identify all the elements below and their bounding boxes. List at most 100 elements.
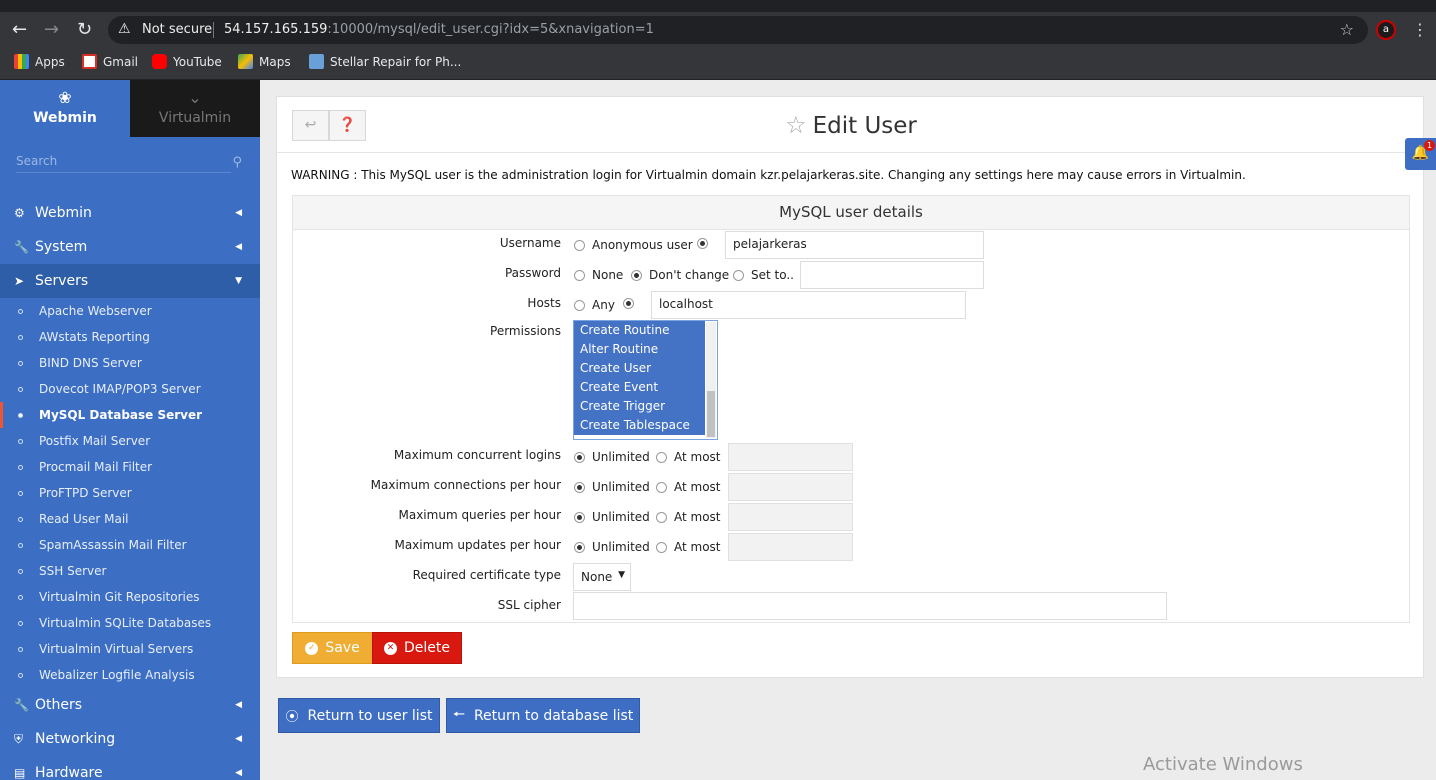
delete-button[interactable]: ✕ Delete <box>372 632 462 664</box>
radio-label: Unlimited <box>592 450 650 464</box>
favorite-star-icon[interactable]: ☆ <box>785 111 807 139</box>
caret-left-icon: ◀ <box>235 768 242 778</box>
bullet-icon <box>18 646 23 652</box>
sidebar-section-webmin[interactable]: ⚙ Webmin ◀ <box>0 196 260 230</box>
sidebar-item[interactable]: Webalizer Logfile Analysis <box>0 662 260 688</box>
username-anonymous-radio[interactable]: Anonymous user <box>574 238 693 252</box>
address-bar[interactable]: ⚠ Not secure 54.157.165.159:10000/mysql/… <box>108 16 1368 44</box>
password-input[interactable] <box>800 261 984 289</box>
sidebar-section-system[interactable]: 🔧 System ◀ <box>0 230 260 264</box>
limit-at-most-radio[interactable]: At most <box>656 480 721 494</box>
sidebar-item[interactable]: BIND DNS Server <box>0 350 260 376</box>
hosts-any-radio[interactable]: Any <box>574 298 615 312</box>
url-host: 54.157.165.159 <box>224 22 328 37</box>
limit-at-most-radio[interactable]: At most <box>656 510 721 524</box>
radio-label: Don't change <box>649 268 730 282</box>
permissions-scroll-thumb[interactable] <box>707 391 715 437</box>
notifications-button[interactable]: 🔔 1 <box>1405 138 1436 170</box>
save-button[interactable]: ✓ Save <box>292 632 373 664</box>
arrow-left-icon: 🠔 <box>452 706 465 723</box>
sidebar-section-hardware[interactable]: ▤ Hardware ◀ <box>0 756 260 780</box>
sidebar-item[interactable]: Virtualmin SQLite Databases <box>0 610 260 636</box>
permission-option[interactable]: Alter Routine <box>574 340 705 359</box>
limit-at-most-input[interactable] <box>728 503 853 531</box>
limit-unlimited-radio[interactable]: Unlimited <box>574 540 650 554</box>
limit-at-most-radio[interactable]: At most <box>656 450 721 464</box>
radio-label: At most <box>674 540 721 554</box>
reload-icon[interactable]: ↻ <box>77 20 92 40</box>
sidebar-item[interactable]: Dovecot IMAP/POP3 Server <box>0 376 260 402</box>
bookmark-stellar[interactable]: Stellar Repair for Ph... <box>309 54 461 69</box>
return-user-list-button[interactable]: ⦿ Return to user list <box>278 698 440 733</box>
radio-circle <box>574 239 585 251</box>
edit-user-panel: ☆ Edit User ↩ ❓ WARNING : This MySQL user… <box>276 96 1424 678</box>
profile-avatar[interactable]: a <box>1376 20 1396 40</box>
back-button[interactable]: ↩ <box>292 110 329 141</box>
back-icon[interactable]: ← <box>12 20 27 40</box>
radio-label: Unlimited <box>592 480 650 494</box>
sidebar-item[interactable]: AWstats Reporting <box>0 324 260 350</box>
bullet-icon <box>18 464 23 470</box>
sidebar-item[interactable]: Apache Webserver <box>0 298 260 324</box>
sidebar-item[interactable]: SpamAssassin Mail Filter <box>0 532 260 558</box>
ssl-cipher-input[interactable] <box>573 592 1167 620</box>
bookmark-apps[interactable]: Apps <box>14 54 65 69</box>
limit-at-most-radio[interactable]: At most <box>656 540 721 554</box>
sidebar-item[interactable]: ProFTPD Server <box>0 480 260 506</box>
help-button[interactable]: ❓ <box>329 110 366 141</box>
bookmark-youtube[interactable]: YouTube <box>152 54 222 69</box>
sidebar-section-others[interactable]: 🔧 Others ◀ <box>0 688 260 722</box>
permission-option[interactable]: Create Event <box>574 378 705 397</box>
sidebar-item[interactable]: SSH Server <box>0 558 260 584</box>
ssl-cipher-label: SSL cipher <box>497 598 561 612</box>
hosts-input[interactable]: localhost <box>651 291 966 319</box>
limit-unlimited-radio[interactable]: Unlimited <box>574 510 650 524</box>
limit-at-most-input[interactable] <box>728 533 853 561</box>
hosts-custom-radio[interactable] <box>623 298 641 309</box>
sidebar-item[interactable]: Postfix Mail Server <box>0 428 260 454</box>
limit-unlimited-radio[interactable]: Unlimited <box>574 450 650 464</box>
password-none-radio[interactable]: None <box>574 268 623 282</box>
limit-at-most-input[interactable] <box>728 473 853 501</box>
username-input[interactable]: pelajarkeras <box>725 231 984 259</box>
permission-option[interactable]: Create Tablespace <box>574 416 705 435</box>
button-label: Delete <box>404 640 450 656</box>
sidebar-item[interactable]: Virtualmin Virtual Servers <box>0 636 260 662</box>
bookmark-star-icon[interactable]: ☆ <box>1340 20 1354 39</box>
sidebar-item[interactable]: Virtualmin Git Repositories <box>0 584 260 610</box>
forward-icon[interactable]: → <box>44 20 59 40</box>
url-text[interactable]: 54.157.165.159:10000/mysql/edit_user.cgi… <box>224 22 654 37</box>
wrench-icon: 🔧 <box>14 698 29 712</box>
sidebar-item[interactable]: Procmail Mail Filter <box>0 454 260 480</box>
limit-at-most-input[interactable] <box>728 443 853 471</box>
tab-virtualmin[interactable]: ⌄ Virtualmin <box>130 80 260 137</box>
permissions-multiselect[interactable]: Create Routine Alter Routine Create User… <box>573 320 718 440</box>
bookmark-gmail[interactable]: Gmail <box>82 54 138 69</box>
sidebar-section-networking[interactable]: ⛨ Networking ◀ <box>0 722 260 756</box>
search-input[interactable] <box>16 150 231 173</box>
bullet-icon <box>18 672 23 678</box>
virtualmin-warning: WARNING : This MySQL user is the adminis… <box>291 168 1246 182</box>
search-icon[interactable]: ⚲ <box>232 155 242 170</box>
limit-unlimited-radio[interactable]: Unlimited <box>574 480 650 494</box>
sidebar-item[interactable]: MySQL Database Server <box>0 402 260 428</box>
sidebar-item[interactable]: Read User Mail <box>0 506 260 532</box>
radio-label: At most <box>674 480 721 494</box>
sidebar-section-servers[interactable]: ➤ Servers ▼ <box>0 264 260 298</box>
gear-icon: ⚙ <box>14 206 25 220</box>
return-database-list-button[interactable]: 🠔 Return to database list <box>446 698 640 733</box>
notification-count-badge: 1 <box>1424 140 1435 151</box>
username-label: Username <box>499 236 561 250</box>
password-dont-change-radio[interactable]: Don't change <box>631 268 729 282</box>
bookmark-maps[interactable]: Maps <box>238 54 291 69</box>
password-set-to-radio[interactable]: Set to.. <box>733 268 794 282</box>
browser-menu-icon[interactable]: ⋮ <box>1412 20 1428 39</box>
username-custom-radio[interactable] <box>697 238 715 249</box>
bookmark-label: YouTube <box>173 54 222 69</box>
cert-type-select[interactable]: None ▼ <box>573 563 631 591</box>
permission-option[interactable]: Create Routine <box>574 321 705 340</box>
permission-option[interactable]: Create User <box>574 359 705 378</box>
tab-webmin[interactable]: ❀ Webmin <box>0 80 130 137</box>
permission-option[interactable]: Create Trigger <box>574 397 705 416</box>
limit-label: Maximum queries per hour <box>398 508 562 522</box>
